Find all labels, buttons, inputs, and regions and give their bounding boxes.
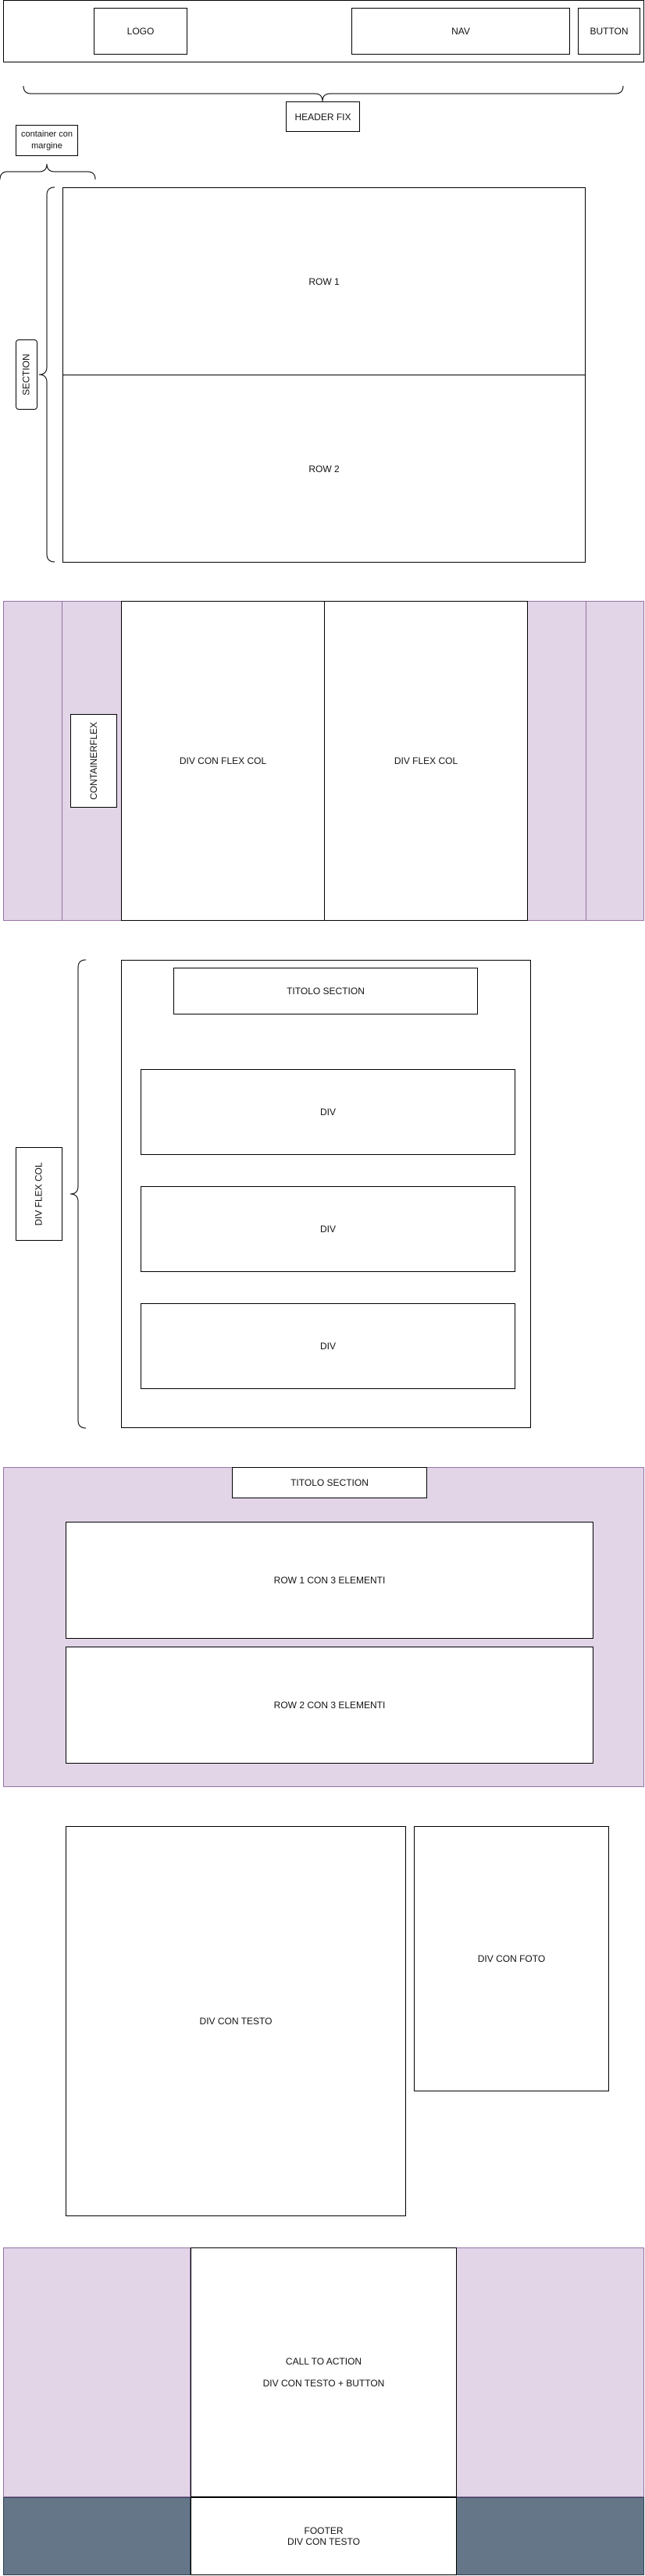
cta-side-right xyxy=(456,2247,644,2497)
row-3-elements-2: ROW 2 CON 3 ELEMENTI xyxy=(66,1647,593,1764)
cta-side-left xyxy=(3,2247,191,2497)
call-to-action: CALL TO ACTION DIV CON TESTO + BUTTON xyxy=(191,2247,457,2497)
flex-div-1-label: DIV xyxy=(319,1107,336,1117)
section4-title-label: TITOLO SECTION xyxy=(290,1477,369,1488)
flex-div-1: DIV xyxy=(141,1069,515,1155)
row-3-elements-1-label: ROW 1 CON 3 ELEMENTI xyxy=(273,1575,386,1586)
row-3-elements-1: ROW 1 CON 3 ELEMENTI xyxy=(66,1522,593,1639)
flex-div-3-label: DIV xyxy=(319,1341,336,1352)
photo-div: DIV CON FOTO xyxy=(414,1826,609,2091)
cta-title: CALL TO ACTION xyxy=(285,2356,362,2367)
photo-div-label: DIV CON FOTO xyxy=(477,1953,546,1964)
footer-subtitle: DIV CON TESTO xyxy=(287,2536,360,2547)
footer-side-left xyxy=(3,2497,191,2575)
footer-side-right xyxy=(456,2497,644,2575)
section3-title: TITOLO SECTION xyxy=(173,968,478,1014)
flex-div-2-label: DIV xyxy=(319,1224,336,1235)
flex-div-3: DIV xyxy=(141,1303,515,1389)
flex-div-2: DIV xyxy=(141,1186,515,1272)
text-div: DIV CON TESTO xyxy=(66,1826,406,2216)
footer: FOOTER DIV CON TESTO xyxy=(191,2497,457,2575)
section3-title-label: TITOLO SECTION xyxy=(287,986,365,997)
footer-title: FOOTER xyxy=(304,2525,344,2536)
row-3-elements-2-label: ROW 2 CON 3 ELEMENTI xyxy=(273,1700,386,1711)
text-div-label: DIV CON TESTO xyxy=(199,2016,273,2027)
cta-subtitle: DIV CON TESTO + BUTTON xyxy=(262,2378,385,2389)
section4-title: TITOLO SECTION xyxy=(232,1467,427,1498)
